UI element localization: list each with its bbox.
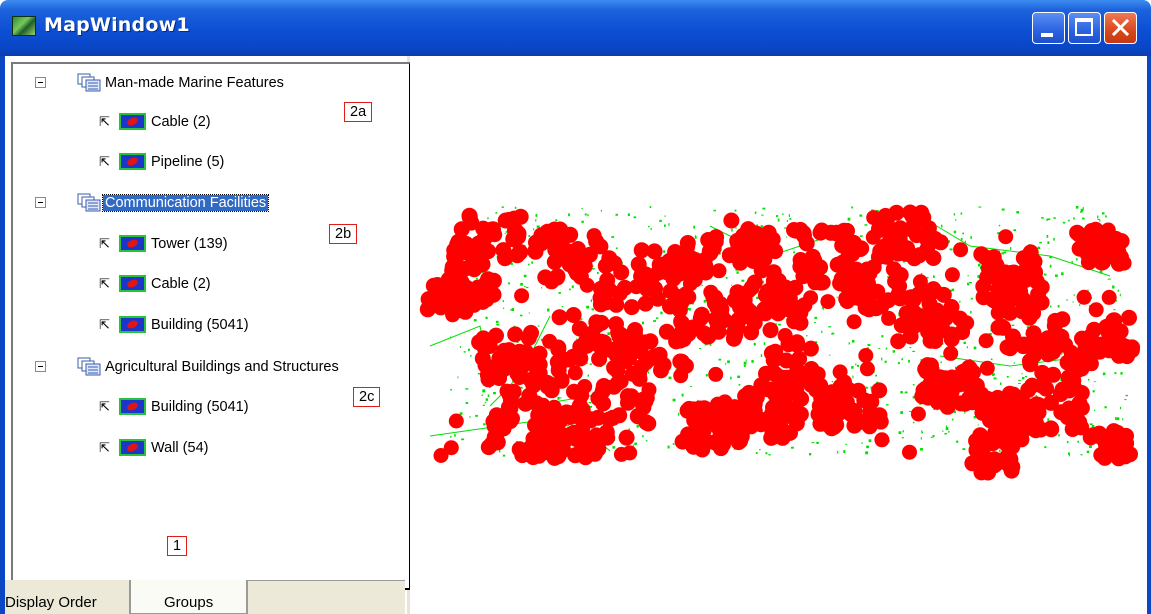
annotation-label-2c: 2c xyxy=(353,387,381,407)
layer-label[interactable]: Building (5041) xyxy=(151,399,249,415)
layer-symbol-icon xyxy=(119,439,146,456)
legend-panel: Man-made Marine Features 2a ⇱ Cable (2) … xyxy=(5,56,411,614)
layer-label[interactable]: Pipeline (5) xyxy=(151,154,224,170)
collapse-toggle-icon[interactable] xyxy=(35,77,46,88)
annotation-label-1: 1 xyxy=(167,536,188,556)
group-label-selected[interactable]: Communication Facilities xyxy=(101,194,270,212)
layer-symbol-icon xyxy=(119,316,146,333)
pointer-cursor-icon: ⇱ xyxy=(99,317,110,332)
pointer-cursor-icon: ⇱ xyxy=(99,440,110,455)
pointer-cursor-icon: ⇱ xyxy=(99,276,110,291)
legend-tree[interactable]: Man-made Marine Features 2a ⇱ Cable (2) … xyxy=(11,62,411,590)
layer-label[interactable]: Wall (54) xyxy=(151,440,208,456)
map-canvas[interactable] xyxy=(410,56,1147,614)
tab-display-order[interactable]: Display Order xyxy=(5,580,130,614)
layer-symbol-icon xyxy=(119,153,146,170)
title-bar[interactable]: MapWindow1 xyxy=(0,0,1151,56)
group-label[interactable]: Agricultural Buildings and Structures xyxy=(103,359,341,375)
annotation-label-2a: 2a xyxy=(344,102,373,122)
pointer-cursor-icon: ⇱ xyxy=(99,236,110,251)
tab-label: Display Order xyxy=(5,594,97,611)
layer-symbol-icon xyxy=(119,275,146,292)
window-frame-right xyxy=(1147,56,1151,614)
layer-label[interactable]: Tower (139) xyxy=(151,236,228,252)
window-title: MapWindow1 xyxy=(44,14,190,36)
collapse-toggle-icon[interactable] xyxy=(35,197,46,208)
layer-symbol-icon xyxy=(119,398,146,415)
minimize-button[interactable] xyxy=(1032,12,1065,44)
maximize-icon xyxy=(1075,18,1093,36)
maximize-button[interactable] xyxy=(1068,12,1101,44)
tab-strip-empty xyxy=(247,580,405,614)
annotation-label-2b: 2b xyxy=(329,224,358,244)
layer-label[interactable]: Building (5041) xyxy=(151,317,249,333)
collapse-toggle-icon[interactable] xyxy=(35,361,46,372)
pointer-cursor-icon: ⇱ xyxy=(99,114,110,129)
layer-label[interactable]: Cable (2) xyxy=(151,114,211,130)
layer-label[interactable]: Cable (2) xyxy=(151,276,211,292)
minimize-icon xyxy=(1041,33,1053,37)
pointer-cursor-icon: ⇱ xyxy=(99,399,110,414)
legend-tabs: Display Order Groups xyxy=(5,580,405,614)
group-label[interactable]: Man-made Marine Features xyxy=(103,75,286,91)
layer-group-icon xyxy=(77,357,101,376)
layer-group-icon xyxy=(77,73,101,92)
pointer-cursor-icon: ⇱ xyxy=(99,154,110,169)
mapwindow-app-icon[interactable] xyxy=(12,16,36,36)
tab-label: Groups xyxy=(164,594,214,611)
layer-symbol-icon xyxy=(119,113,146,130)
layer-symbol-icon xyxy=(119,235,146,252)
close-icon xyxy=(1111,18,1130,37)
map-features[interactable] xyxy=(410,56,1147,614)
layer-group-icon xyxy=(77,193,101,212)
close-button[interactable] xyxy=(1104,12,1137,44)
tab-groups[interactable]: Groups xyxy=(130,580,247,614)
